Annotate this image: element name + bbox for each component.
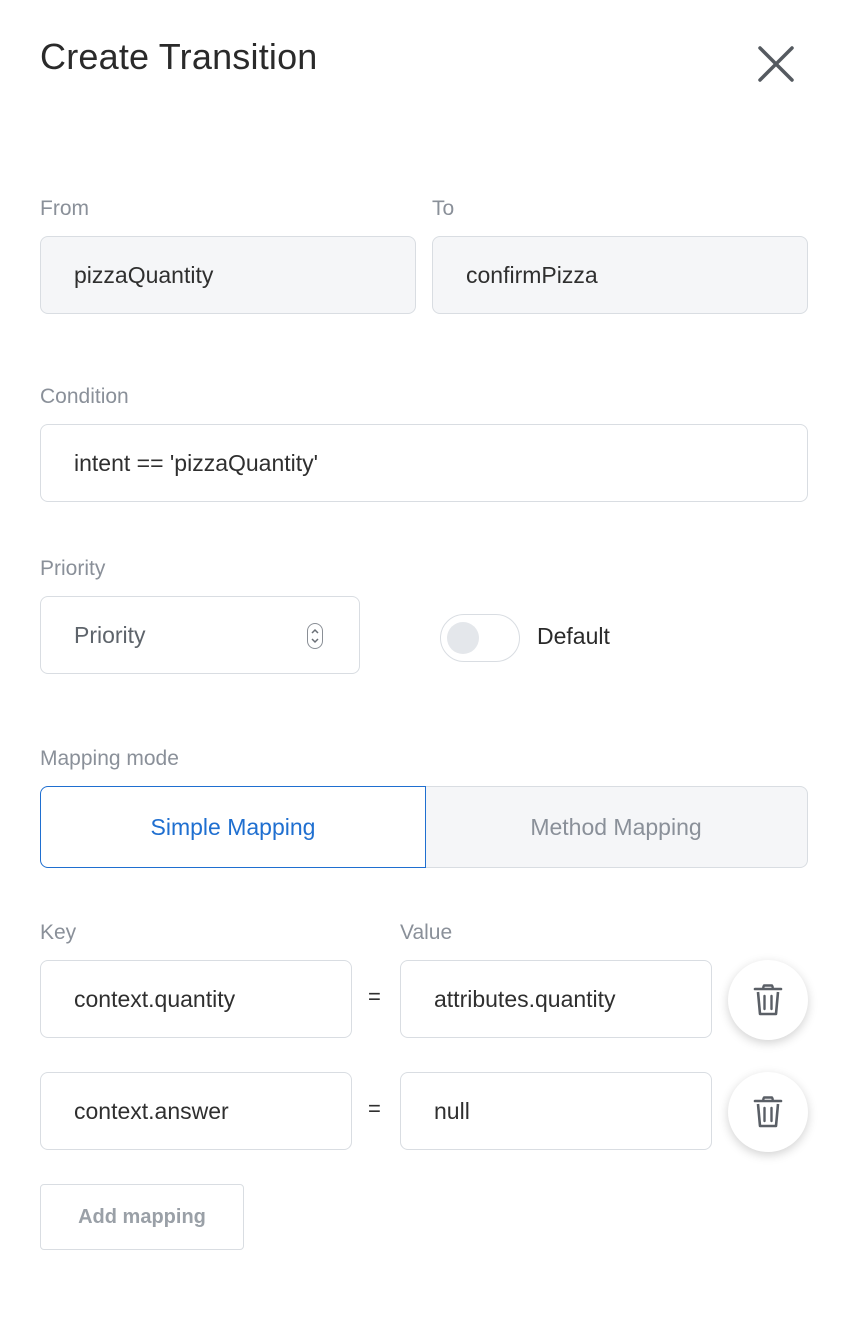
page-title: Create Transition	[40, 36, 318, 77]
priority-label: Priority	[40, 557, 106, 580]
priority-input[interactable]: Priority	[40, 596, 360, 674]
from-field[interactable]: pizzaQuantity	[40, 236, 416, 314]
mapping-key-input[interactable]: context.answer	[40, 1072, 352, 1150]
default-label: Default	[537, 623, 610, 649]
mapping-key-value: context.quantity	[74, 985, 236, 1012]
to-label: To	[432, 197, 455, 220]
key-label: Key	[40, 921, 77, 944]
mapping-value-value: attributes.quantity	[434, 985, 616, 1012]
default-toggle[interactable]	[440, 614, 520, 662]
delete-mapping-button[interactable]	[728, 960, 808, 1040]
spinner-icon[interactable]	[307, 623, 323, 649]
condition-input[interactable]: intent == 'pizzaQuantity'	[40, 424, 808, 502]
method-mapping-tab[interactable]: Method Mapping	[425, 786, 808, 868]
condition-value: intent == 'pizzaQuantity'	[74, 449, 319, 476]
toggle-knob	[447, 622, 479, 654]
mapping-value-value: null	[434, 1097, 470, 1124]
condition-label: Condition	[40, 385, 129, 408]
equals-sign: =	[368, 1096, 381, 1121]
trash-icon	[753, 984, 783, 1016]
to-value: confirmPizza	[466, 261, 598, 288]
mapping-mode-label: Mapping mode	[40, 747, 179, 770]
add-mapping-button[interactable]: Add mapping	[40, 1184, 244, 1250]
equals-sign: =	[368, 984, 381, 1009]
trash-icon	[753, 1096, 783, 1128]
close-icon	[758, 46, 794, 82]
to-field[interactable]: confirmPizza	[432, 236, 808, 314]
priority-placeholder: Priority	[74, 621, 146, 648]
from-label: From	[40, 197, 89, 220]
simple-mapping-tab[interactable]: Simple Mapping	[40, 786, 426, 868]
mapping-value-input[interactable]: null	[400, 1072, 712, 1150]
close-button[interactable]	[752, 40, 800, 88]
value-label: Value	[400, 921, 453, 944]
mapping-key-value: context.answer	[74, 1097, 229, 1124]
from-value: pizzaQuantity	[74, 261, 214, 288]
mapping-key-input[interactable]: context.quantity	[40, 960, 352, 1038]
delete-mapping-button[interactable]	[728, 1072, 808, 1152]
mapping-value-input[interactable]: attributes.quantity	[400, 960, 712, 1038]
